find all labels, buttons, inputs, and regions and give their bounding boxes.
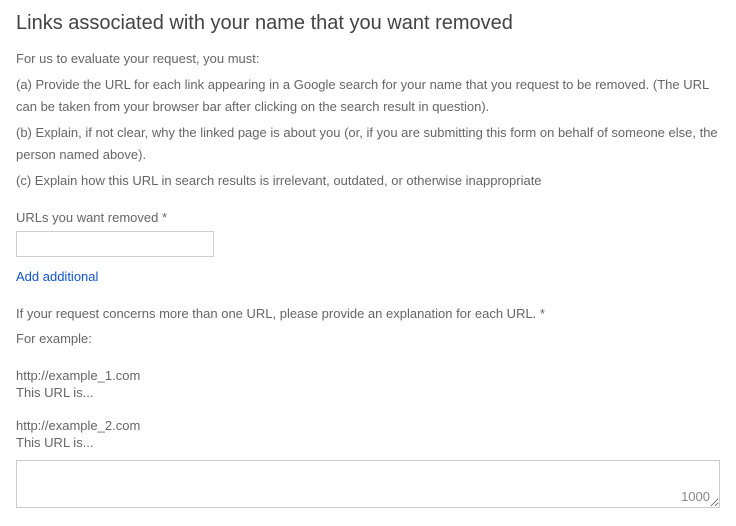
bullet-b: (b) Explain, if not clear, why the linke… <box>16 122 720 166</box>
example-2-url: http://example_2.com <box>16 418 720 433</box>
urls-label: URLs you want removed * <box>16 210 720 225</box>
explanation-textarea[interactable] <box>16 460 720 508</box>
example-2-text: This URL is... <box>16 435 720 450</box>
url-input[interactable] <box>16 231 214 257</box>
for-example-text: For example: <box>16 329 720 350</box>
add-additional-link[interactable]: Add additional <box>16 269 98 284</box>
bullet-a: (a) Provide the URL for each link appear… <box>16 74 720 118</box>
explanation-label: If your request concerns more than one U… <box>16 304 720 325</box>
bullet-c: (c) Explain how this URL in search resul… <box>16 170 720 192</box>
section-heading: Links associated with your name that you… <box>16 12 720 35</box>
intro-text: For us to evaluate your request, you mus… <box>16 49 720 70</box>
example-1-url: http://example_1.com <box>16 368 720 383</box>
example-1-text: This URL is... <box>16 385 720 400</box>
